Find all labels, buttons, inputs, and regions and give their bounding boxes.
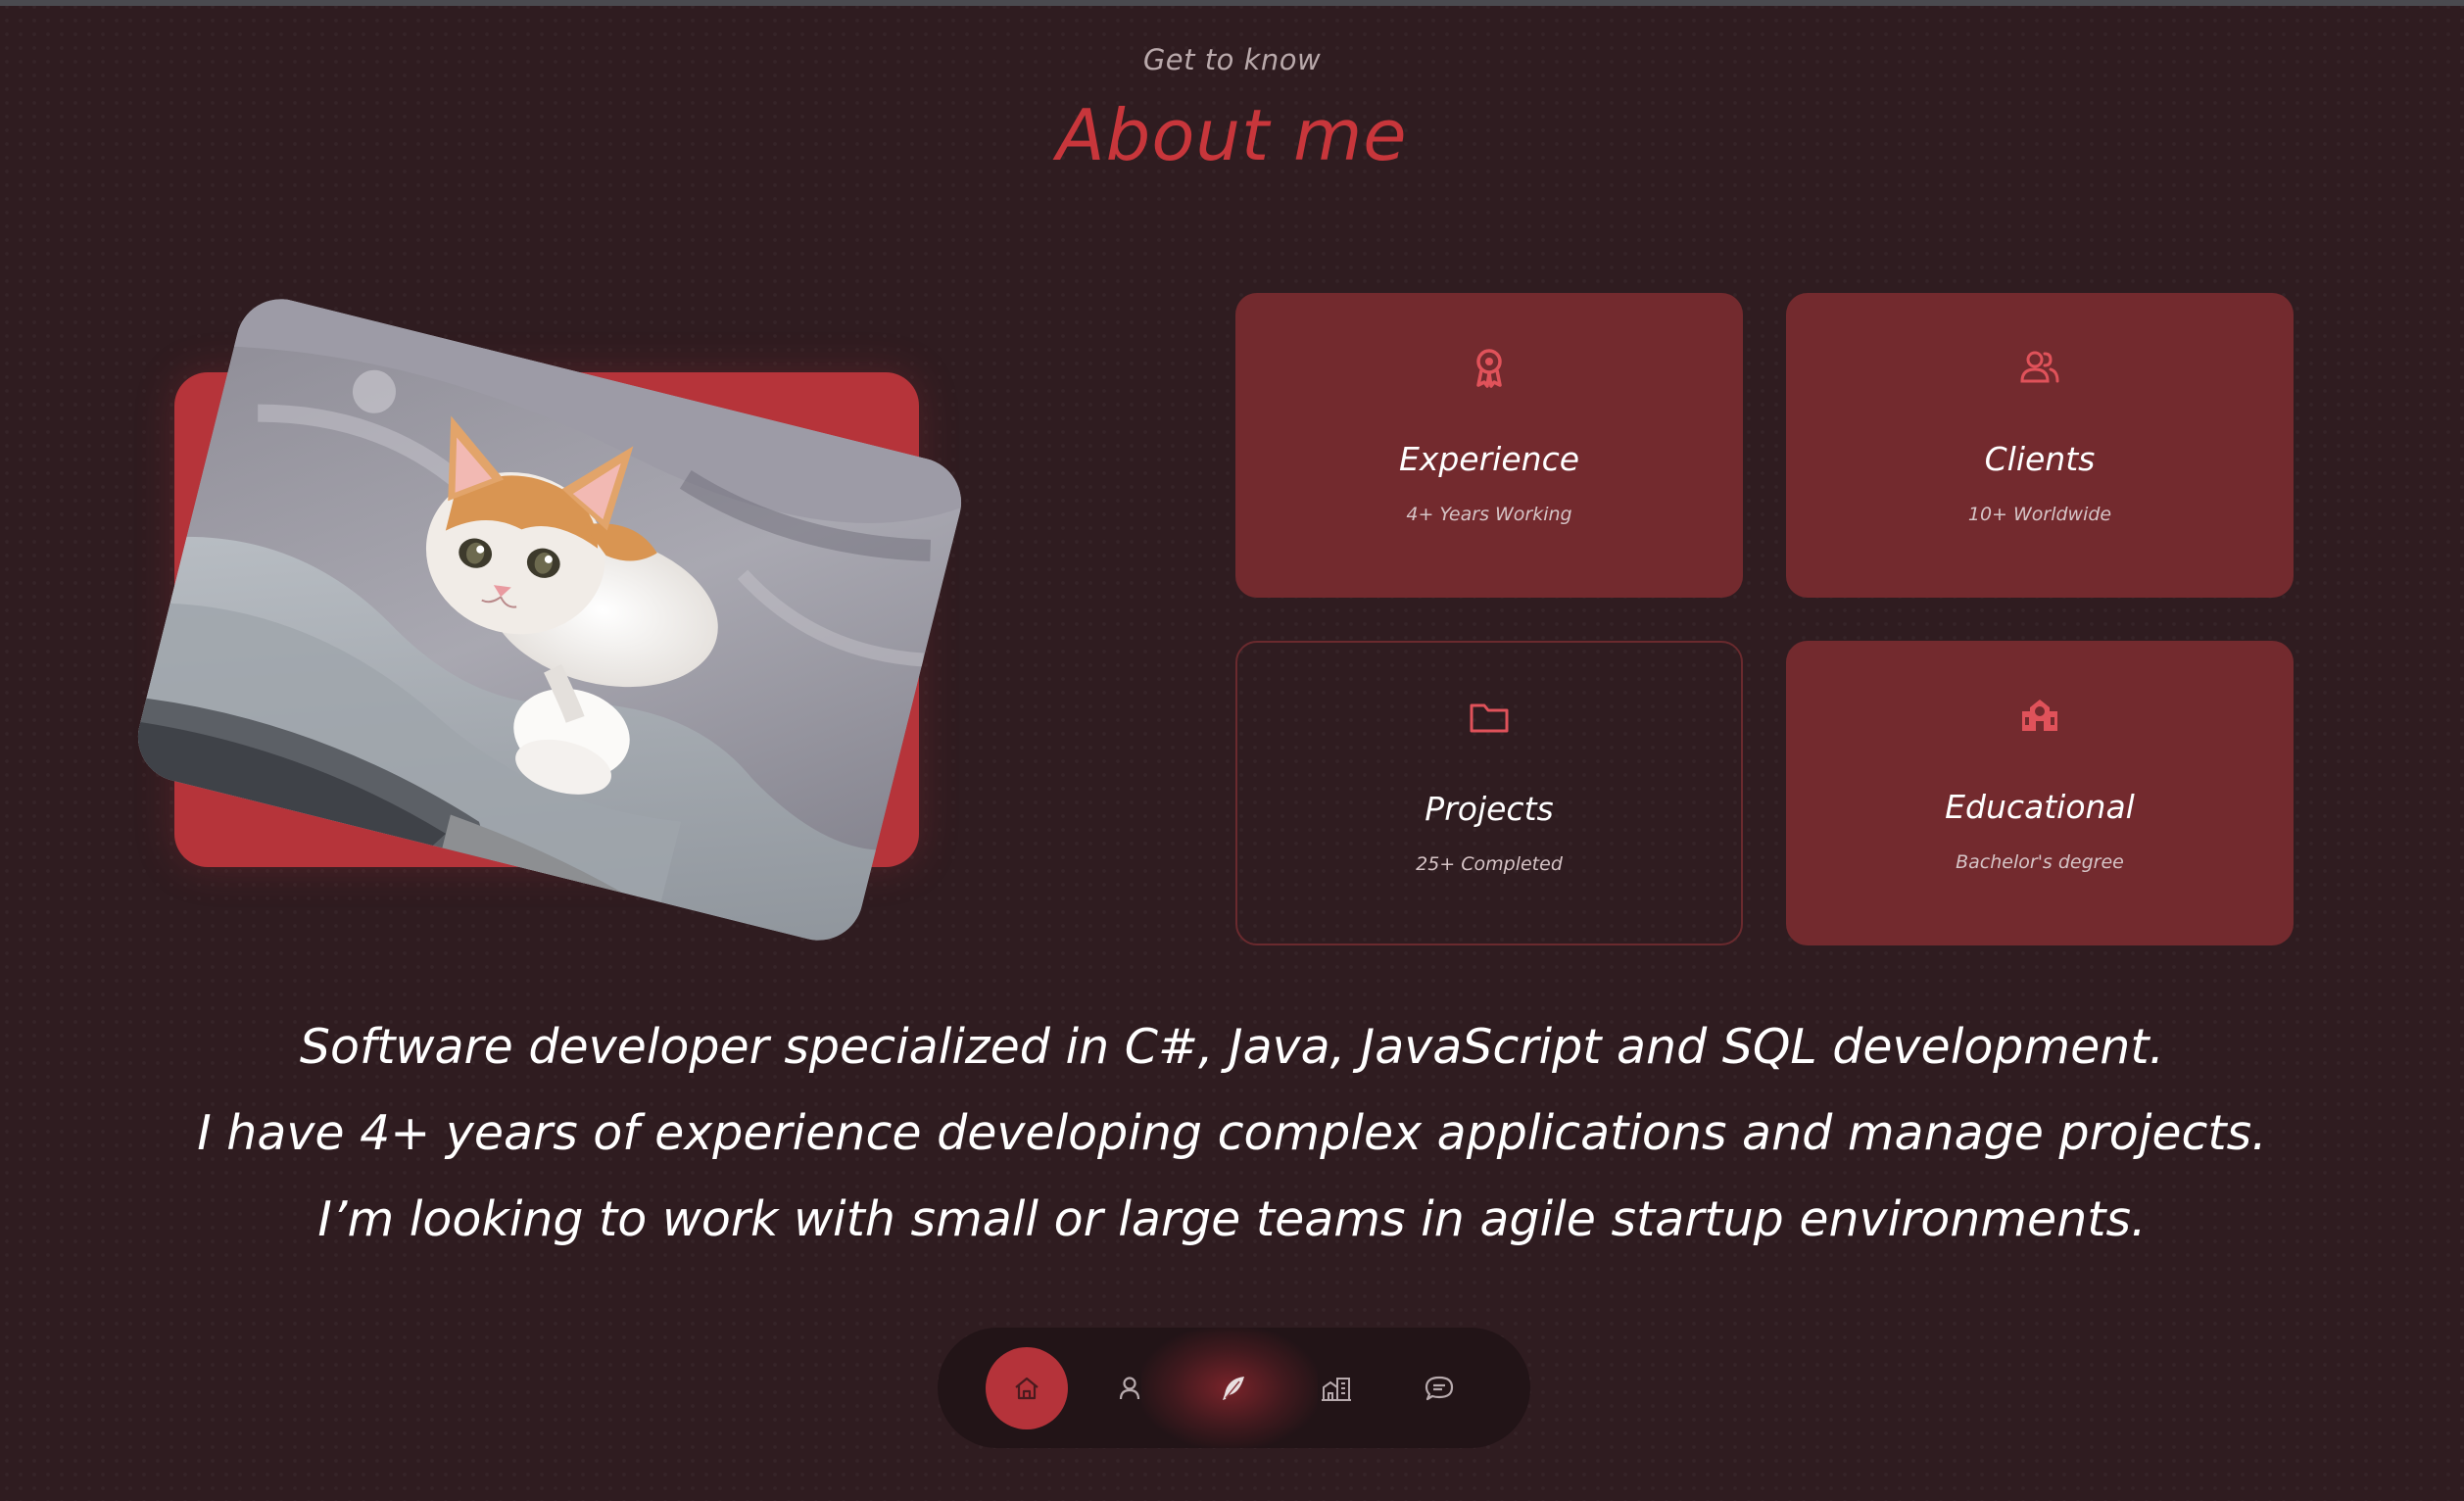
nav-skills-button[interactable] (1192, 1347, 1275, 1429)
card-clients: Clients 10+ Worldwide (1786, 293, 2294, 598)
users-icon (2018, 346, 2061, 389)
nav-contact-button[interactable] (1398, 1347, 1480, 1429)
card-title: Educational (1945, 788, 2135, 826)
school-icon (2018, 694, 2061, 737)
card-projects: Projects 25+ Completed (1235, 641, 1743, 945)
card-title: Projects (1425, 790, 1554, 828)
bio-line: I have 4+ years of experience developing… (197, 1105, 2267, 1161)
award-icon (1468, 346, 1511, 389)
card-experience: Experience 4+ Years Working (1235, 293, 1743, 598)
bio-text: Software developer specialized in C#, Ja… (0, 1004, 2464, 1263)
browser-top-strip (0, 0, 2464, 6)
building-icon (1322, 1378, 1351, 1401)
user-icon (1119, 1377, 1140, 1400)
folder-icon (1468, 696, 1511, 739)
bio-line: Software developer specialized in C#, Ja… (299, 1019, 2165, 1075)
chat-icon (1425, 1376, 1454, 1401)
card-title: Clients (1984, 440, 2096, 478)
nav-experience-button[interactable] (1295, 1347, 1377, 1429)
bio-line: I’m looking to work with small or large … (317, 1191, 2147, 1247)
bottom-nav (938, 1328, 1530, 1448)
feather-icon (1223, 1377, 1244, 1400)
card-title: Experience (1398, 440, 1580, 478)
card-subtitle: Bachelor's degree (1956, 851, 2124, 873)
card-subtitle: 25+ Completed (1416, 853, 1563, 875)
section-title: About me (1056, 94, 1408, 176)
card-educational: Educational Bachelor's degree (1786, 641, 2294, 945)
home-icon (1015, 1377, 1039, 1400)
card-subtitle: 10+ Worldwide (1967, 504, 2112, 525)
nav-about-button[interactable] (1088, 1347, 1171, 1429)
section-eyebrow: Get to know (1142, 43, 1322, 76)
nav-home-button[interactable] (986, 1347, 1068, 1429)
card-subtitle: 4+ Years Working (1406, 504, 1572, 525)
